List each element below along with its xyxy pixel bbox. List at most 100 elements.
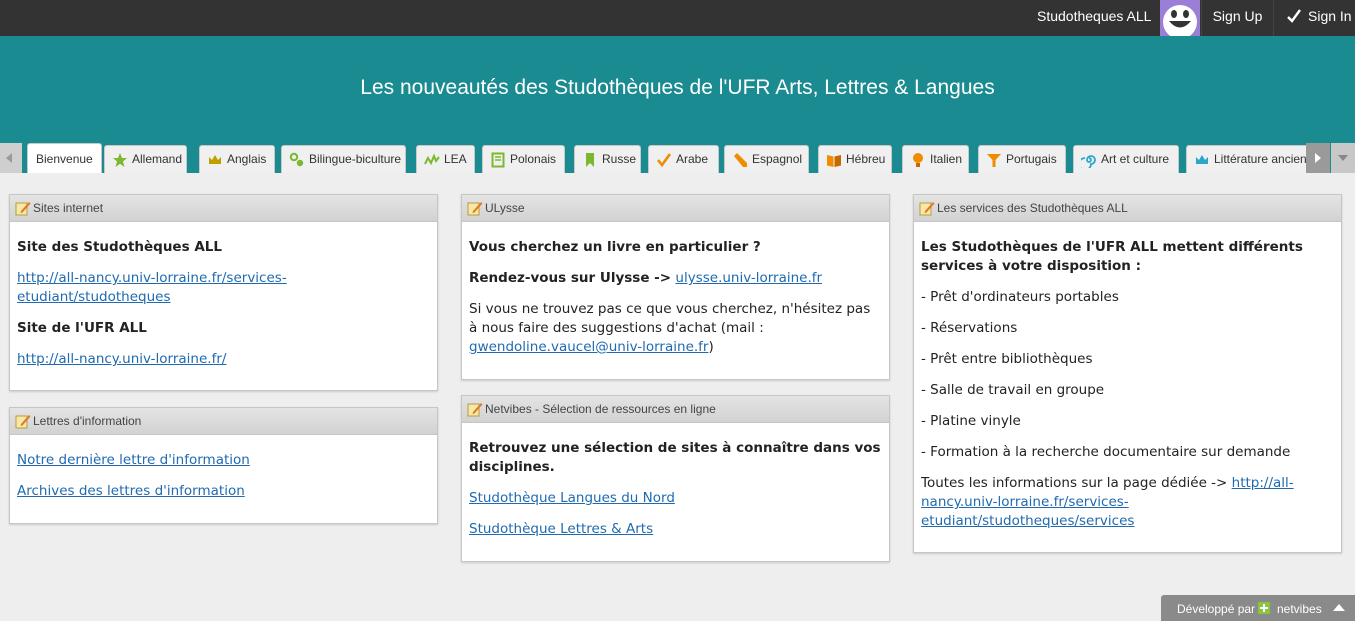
list-item: - Prêt entre bibliothèques	[921, 351, 1093, 367]
note-edit-icon	[15, 202, 31, 216]
services-outro: Toutes les informations sur la page dédi…	[921, 475, 1228, 491]
tab-label: Bienvenue	[36, 152, 93, 166]
tab-bienvenue[interactable]: Bienvenue	[27, 143, 102, 173]
ulysse-rendez-vous: Rendez-vous sur Ulysse ->	[469, 270, 672, 286]
tab-hebreu[interactable]: Hébreu	[818, 145, 892, 173]
widget-header[interactable]: Sites internet	[10, 195, 437, 222]
widget-header[interactable]: Lettres d'information	[10, 408, 437, 435]
tab-polonais[interactable]: Polonais	[482, 145, 565, 173]
tab-label: Anglais	[227, 152, 267, 166]
tab-label: Arabe	[676, 152, 709, 166]
tabs-strip: Bienvenue Allemand Anglais Bilingue-bicu…	[22, 143, 1306, 173]
sign-in-button[interactable]: Sign In	[1275, 0, 1355, 36]
list-item: - Réservations	[921, 320, 1018, 336]
widget-body: Les Studothèques de l'UFR ALL mettent di…	[914, 222, 1341, 551]
tab-label: Littérature ancienne	[1214, 152, 1306, 166]
link-derniere-lettre[interactable]: Notre dernière lettre d'information	[17, 452, 250, 468]
lightbulb-icon	[913, 153, 923, 167]
tab-litterature-ancienne[interactable]: Littérature ancienne	[1186, 145, 1306, 173]
tab-italien[interactable]: Italien	[902, 145, 969, 173]
pencil-icon	[734, 153, 747, 167]
widget-header[interactable]: ULysse	[462, 195, 889, 222]
services-intro: Les Studothèques de l'UFR ALL mettent di…	[921, 239, 1303, 274]
ulysse-question: Vous cherchez un livre en particulier ?	[469, 239, 761, 255]
sign-up-button[interactable]: Sign Up	[1201, 0, 1274, 36]
checkmark-icon	[656, 153, 672, 168]
ulysse-suggestion-text: Si vous ne trouvez pas ce que vous cherc…	[469, 301, 871, 336]
sign-up-label: Sign Up	[1212, 8, 1263, 24]
tab-label: Russe	[602, 152, 637, 166]
smiley-face-icon	[1163, 5, 1197, 36]
list-item: - Prêt d'ordinateurs portables	[921, 289, 1119, 305]
dashboard-brand[interactable]: Studotheques ALL	[1037, 8, 1151, 24]
molecule-icon	[289, 152, 304, 167]
note-edit-icon	[15, 415, 31, 429]
closing-paren: )	[708, 339, 714, 355]
tab-arabe[interactable]: Arabe	[648, 145, 719, 173]
tab-bar: Bienvenue Allemand Anglais Bilingue-bicu…	[0, 143, 1355, 173]
tabs-menu-button[interactable]	[1331, 143, 1355, 173]
link-langues-du-nord[interactable]: Studothèque Langues du Nord	[469, 490, 675, 506]
link-archives-lettres[interactable]: Archives des lettres d'information	[17, 483, 245, 499]
tab-label: Art et culture	[1101, 152, 1170, 166]
heading-studotheques-all: Site des Studothèques ALL	[17, 239, 222, 255]
tab-russe[interactable]: Russe	[574, 145, 641, 173]
tabs-scroll-right-button[interactable]	[1306, 143, 1330, 173]
tab-anglais[interactable]: Anglais	[199, 145, 275, 173]
footer-prefix: Développé par	[1177, 602, 1256, 616]
widget-title: Netvibes - Sélection de ressources en li…	[485, 402, 716, 416]
tab-bilingue-biculture[interactable]: Bilingue-biculture	[281, 145, 406, 173]
book-icon	[491, 152, 505, 168]
tab-label: LEA	[444, 152, 467, 166]
avatar[interactable]	[1160, 0, 1200, 36]
heading-ufr-all: Site de l'UFR ALL	[17, 320, 147, 336]
crown-icon	[1196, 155, 1208, 164]
powered-by-footer[interactable]: Développé par netvibes	[1161, 595, 1355, 621]
tabs-scroll-left-button[interactable]	[0, 143, 22, 173]
widget-lettres-information: Lettres d'information Notre dernière let…	[9, 407, 438, 524]
tab-label: Italien	[930, 152, 963, 166]
netvibes-intro: Retrouvez une sélection de sites à conna…	[469, 440, 881, 475]
widget-title: Lettres d'information	[33, 414, 142, 428]
tab-label: Espagnol	[752, 152, 803, 166]
note-edit-icon	[467, 202, 483, 216]
funnel-icon	[987, 154, 1001, 167]
tab-label: Allemand	[132, 152, 183, 166]
widget-services-studotheques: Les services des Studothèques ALL Les St…	[913, 194, 1342, 553]
list-item: - Platine vinyle	[921, 413, 1021, 429]
chart-line-icon	[424, 153, 440, 166]
tab-portugais[interactable]: Portugais	[978, 145, 1066, 173]
list-item: - Salle de travail en groupe	[921, 382, 1105, 398]
netvibes-plus-icon	[1258, 602, 1270, 614]
tab-allemand[interactable]: Allemand	[104, 145, 187, 173]
list-item: - Formation à la recherche documentaire …	[921, 444, 1291, 460]
tab-label: Bilingue-biculture	[309, 152, 402, 166]
note-edit-icon	[919, 202, 935, 216]
widget-netvibes-selection: Netvibes - Sélection de ressources en li…	[461, 395, 890, 562]
tab-lea[interactable]: LEA	[416, 145, 475, 173]
widget-header[interactable]: Les services des Studothèques ALL	[914, 195, 1341, 222]
bookmark-icon	[586, 153, 594, 167]
star-icon	[113, 153, 127, 167]
caret-up-icon	[1333, 604, 1345, 611]
note-edit-icon	[467, 403, 483, 417]
page-header: Les nouveautés des Studothèques de l'UFR…	[0, 36, 1355, 143]
widget-body: Vous cherchez un livre en particulier ? …	[462, 222, 889, 377]
widget-body: Retrouvez une sélection de sites à conna…	[462, 423, 889, 559]
page-title: Les nouveautés des Studothèques de l'UFR…	[360, 76, 995, 99]
widget-title: Sites internet	[33, 201, 104, 215]
link-studotheques[interactable]: http://all-nancy.univ-lorraine.fr/servic…	[17, 270, 287, 305]
widget-header[interactable]: Netvibes - Sélection de ressources en li…	[462, 396, 889, 423]
footer-brand: netvibes	[1277, 602, 1322, 616]
link-mail-gwendoline[interactable]: gwendoline.vaucel@univ-lorraine.fr	[469, 339, 708, 355]
link-ufr-all[interactable]: http://all-nancy.univ-lorraine.fr/	[17, 351, 226, 367]
tab-art-et-culture[interactable]: Art et culture	[1073, 145, 1179, 173]
tab-label: Polonais	[510, 152, 557, 166]
widget-sites-internet: Sites internet Site des Studothèques ALL…	[9, 194, 438, 391]
spiral-icon	[1081, 155, 1096, 168]
tab-label: Hébreu	[846, 152, 886, 166]
tab-espagnol[interactable]: Espagnol	[724, 145, 809, 173]
link-ulysse[interactable]: ulysse.univ-lorraine.fr	[675, 270, 822, 286]
widget-title: Les services des Studothèques ALL	[937, 201, 1128, 215]
link-lettres-arts[interactable]: Studothèque Lettres & Arts	[469, 521, 653, 537]
